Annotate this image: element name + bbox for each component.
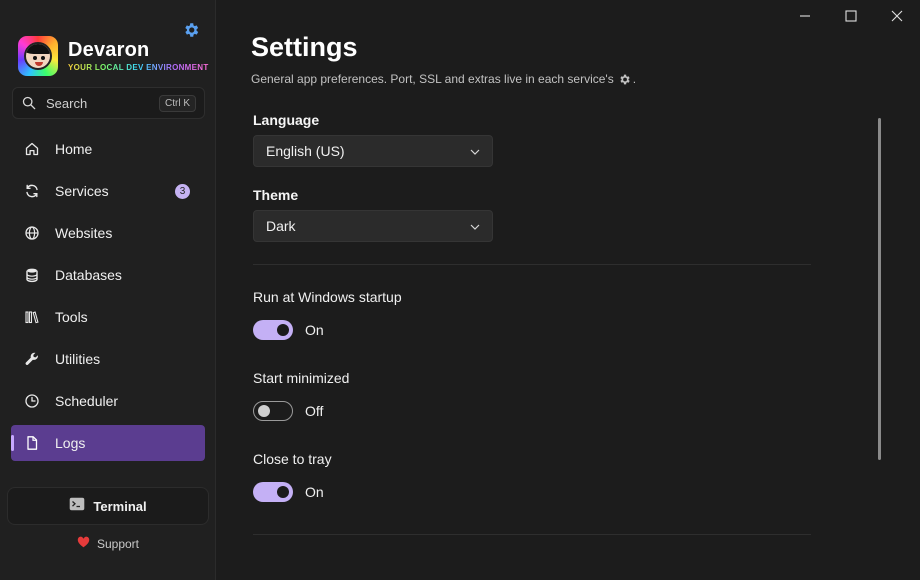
sidebar-item-label: Websites bbox=[55, 225, 113, 241]
gear-icon bbox=[618, 72, 632, 86]
chevron-down-icon bbox=[470, 142, 480, 160]
services-icon bbox=[23, 182, 41, 200]
sidebar-item-databases[interactable]: Databases bbox=[11, 257, 205, 293]
app-name: Devaron bbox=[68, 39, 150, 61]
theme-select[interactable]: Dark bbox=[253, 210, 493, 242]
language-label: Language bbox=[253, 112, 320, 128]
terminal-button[interactable]: Terminal bbox=[7, 487, 209, 525]
run-at-startup-toggle[interactable] bbox=[253, 320, 293, 340]
app-logo bbox=[18, 36, 58, 76]
page-subtitle-text: General app preferences. Port, SSL and e… bbox=[251, 72, 614, 86]
search-box[interactable]: Search Ctrl K bbox=[12, 87, 205, 119]
start-minimized-label: Start minimized bbox=[253, 370, 350, 386]
vertical-scrollbar[interactable] bbox=[878, 118, 881, 460]
heart-icon bbox=[77, 535, 90, 553]
sidebar-item-label: Logs bbox=[55, 435, 86, 451]
start-minimized-row: Off bbox=[253, 401, 323, 421]
app-tagline: YOUR LOCAL DEV ENVIRONMENT bbox=[68, 63, 209, 72]
settings-page: Settings General app preferences. Port, … bbox=[216, 0, 920, 580]
home-icon bbox=[23, 140, 41, 158]
start-minimized-state: Off bbox=[305, 403, 324, 419]
close-to-tray-label: Close to tray bbox=[253, 451, 332, 467]
sidebar-item-scheduler[interactable]: Scheduler bbox=[11, 383, 205, 419]
search-icon bbox=[21, 95, 37, 111]
support-link[interactable]: Support bbox=[0, 535, 216, 553]
close-to-tray-toggle[interactable] bbox=[253, 482, 293, 502]
sidebar-item-label: Scheduler bbox=[55, 393, 119, 409]
sidebar-item-tools[interactable]: Tools bbox=[11, 299, 205, 335]
sidebar-item-label: Services bbox=[55, 183, 109, 199]
document-icon bbox=[23, 434, 41, 452]
run-at-startup-label: Run at Windows startup bbox=[253, 289, 402, 305]
clock-icon bbox=[23, 392, 41, 410]
sidebar-item-utilities[interactable]: Utilities bbox=[11, 341, 205, 377]
tools-icon bbox=[23, 308, 41, 326]
search-label: Search bbox=[46, 95, 88, 111]
globe-icon bbox=[23, 224, 41, 242]
sidebar-item-label: Utilities bbox=[55, 351, 101, 367]
language-select-value: English (US) bbox=[266, 143, 345, 159]
page-title: Settings bbox=[251, 32, 358, 62]
close-to-tray-row: On bbox=[253, 482, 324, 502]
services-count-badge: 3 bbox=[175, 184, 190, 199]
run-at-startup-state: On bbox=[305, 322, 324, 338]
section-divider bbox=[253, 264, 811, 265]
theme-select-value: Dark bbox=[266, 218, 296, 234]
sidebar-item-websites[interactable]: Websites bbox=[11, 215, 205, 251]
run-at-startup-row: On bbox=[253, 320, 324, 340]
sidebar-item-services[interactable]: Services 3 bbox=[11, 173, 205, 209]
sidebar-item-home[interactable]: Home bbox=[11, 131, 205, 167]
terminal-label: Terminal bbox=[93, 498, 147, 514]
page-subtitle-end: . bbox=[632, 72, 637, 86]
theme-label: Theme bbox=[253, 187, 299, 203]
section-divider bbox=[253, 534, 811, 535]
start-minimized-toggle[interactable] bbox=[253, 401, 293, 421]
sidebar-item-label: Tools bbox=[55, 309, 88, 325]
support-label: Support bbox=[96, 537, 140, 551]
wrench-icon bbox=[23, 350, 41, 368]
sidebar-nav: Home Services 3 Websites Databases Tools… bbox=[11, 131, 205, 467]
search-shortcut: Ctrl K bbox=[159, 94, 196, 112]
chevron-down-icon bbox=[470, 217, 480, 235]
page-subtitle: General app preferences. Port, SSL and e… bbox=[251, 72, 636, 86]
sidebar-item-label: Databases bbox=[55, 267, 122, 283]
sidebar-item-label: Home bbox=[55, 141, 93, 157]
brand: Devaron YOUR LOCAL DEV ENVIRONMENT bbox=[18, 36, 209, 76]
database-icon bbox=[23, 266, 41, 284]
sidebar: Devaron YOUR LOCAL DEV ENVIRONMENT Searc… bbox=[0, 0, 216, 580]
terminal-icon bbox=[69, 497, 85, 516]
close-to-tray-state: On bbox=[305, 484, 324, 500]
language-select[interactable]: English (US) bbox=[253, 135, 493, 167]
sidebar-item-logs[interactable]: Logs bbox=[11, 425, 205, 461]
